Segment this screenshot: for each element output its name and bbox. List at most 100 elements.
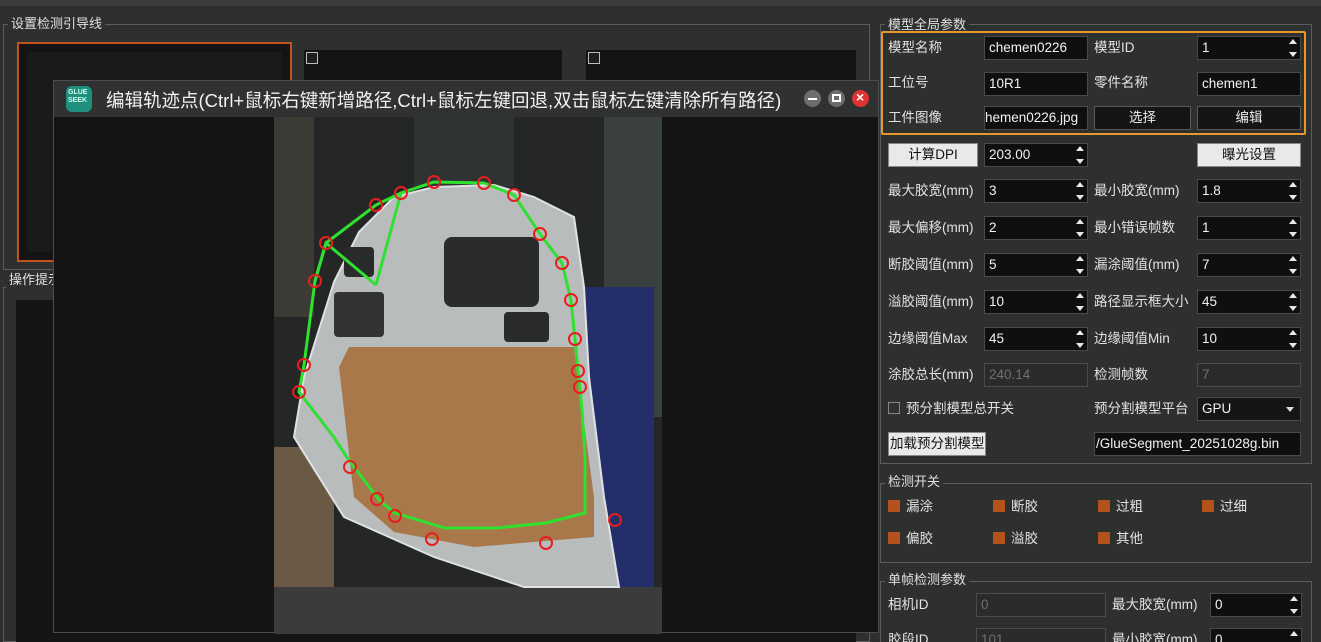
spin-up-icon[interactable] — [1290, 596, 1298, 601]
calc-dpi-button[interactable]: 计算DPI — [888, 143, 978, 167]
spin-arrows[interactable] — [1076, 146, 1084, 164]
break-thr-spinbox[interactable]: 5 — [984, 253, 1088, 277]
switch-other[interactable]: 其他 — [1098, 530, 1143, 548]
preseg-path-field[interactable]: /GlueSegment_20251028g.bin — [1094, 432, 1301, 456]
spin-arrows[interactable] — [1290, 596, 1298, 614]
spin-down-icon[interactable] — [1076, 269, 1084, 274]
checkbox-box[interactable] — [1098, 532, 1110, 544]
switch-label: 其他 — [1116, 531, 1143, 546]
station-field[interactable]: 10R1 — [984, 72, 1088, 96]
spin-down-icon[interactable] — [1289, 269, 1297, 274]
part-name-field[interactable]: chemen1 — [1197, 72, 1301, 96]
miss-thr-value: 7 — [1202, 257, 1210, 272]
switch-too-thin[interactable]: 过细 — [1202, 498, 1247, 516]
switch-break[interactable]: 断胶 — [993, 498, 1038, 516]
spin-down-icon[interactable] — [1289, 195, 1297, 200]
spin-up-icon[interactable] — [1289, 330, 1297, 335]
edge-max-spinbox[interactable]: 45 — [984, 327, 1088, 351]
model-id-spinbox[interactable]: 1 — [1197, 36, 1301, 60]
spin-up-icon[interactable] — [1076, 256, 1084, 261]
top-bar — [0, 0, 1321, 6]
minimize-button[interactable] — [804, 90, 821, 107]
switch-overflow[interactable]: 溢胶 — [993, 530, 1038, 548]
path-box-spinbox[interactable]: 45 — [1197, 290, 1301, 314]
total-len-label: 涂胶总长(mm) — [888, 367, 974, 382]
exposure-button[interactable]: 曝光设置 — [1197, 143, 1301, 167]
spin-up-icon[interactable] — [1076, 293, 1084, 298]
switch-offset[interactable]: 偏胶 — [888, 530, 933, 548]
spin-down-icon[interactable] — [1289, 343, 1297, 348]
switch-label: 断胶 — [1011, 499, 1038, 514]
spin-arrows[interactable] — [1290, 631, 1298, 642]
edge-min-spinbox[interactable]: 10 — [1197, 327, 1301, 351]
sf-min-width-spinbox[interactable]: 0 — [1210, 628, 1302, 642]
spin-down-icon[interactable] — [1076, 306, 1084, 311]
spin-down-icon[interactable] — [1289, 52, 1297, 57]
spin-up-icon[interactable] — [1289, 256, 1297, 261]
spin-arrows[interactable] — [1289, 293, 1297, 311]
chevron-down-icon[interactable] — [1286, 407, 1294, 412]
spin-up-icon[interactable] — [1289, 293, 1297, 298]
spin-up-icon[interactable] — [1289, 219, 1297, 224]
spin-arrows[interactable] — [1076, 182, 1084, 200]
spin-arrows[interactable] — [1076, 256, 1084, 274]
spin-down-icon[interactable] — [1289, 232, 1297, 237]
spin-up-icon[interactable] — [1076, 219, 1084, 224]
spin-down-icon[interactable] — [1076, 195, 1084, 200]
image-file-field[interactable]: hemen0226.jpg — [984, 106, 1088, 130]
overflow-thr-spinbox[interactable]: 10 — [984, 290, 1088, 314]
checkbox-box[interactable] — [993, 532, 1005, 544]
checkbox-box[interactable] — [993, 500, 1005, 512]
spin-down-icon[interactable] — [1076, 343, 1084, 348]
spin-up-icon[interactable] — [1289, 182, 1297, 187]
spin-arrows[interactable] — [1289, 39, 1297, 57]
min-width-spinbox[interactable]: 1.8 — [1197, 179, 1301, 203]
checkbox-box[interactable] — [888, 402, 900, 414]
spin-arrows[interactable] — [1076, 330, 1084, 348]
thumbnail-2-checkbox[interactable] — [306, 52, 318, 64]
edit-button[interactable]: 编辑 — [1197, 106, 1301, 130]
dialog-title-bar[interactable]: GLUE SEEK 编辑轨迹点(Ctrl+鼠标右键新增路径,Ctrl+鼠标左键回… — [54, 81, 878, 117]
spin-up-icon[interactable] — [1076, 146, 1084, 151]
spin-up-icon[interactable] — [1289, 39, 1297, 44]
min-err-frames-spinbox[interactable]: 1 — [1197, 216, 1301, 240]
switch-too-thick[interactable]: 过粗 — [1098, 498, 1143, 516]
spin-up-icon[interactable] — [1076, 330, 1084, 335]
spin-down-icon[interactable] — [1076, 159, 1084, 164]
spin-up-icon[interactable] — [1076, 182, 1084, 187]
dpi-spinbox[interactable]: 203.00 — [984, 143, 1088, 167]
checkbox-box[interactable] — [888, 532, 900, 544]
switch-missing[interactable]: 漏涂 — [888, 498, 933, 516]
spin-arrows[interactable] — [1289, 182, 1297, 200]
checkbox-box[interactable] — [1098, 500, 1110, 512]
close-button[interactable]: × — [852, 89, 869, 107]
spin-arrows[interactable] — [1289, 256, 1297, 274]
load-preseg-button[interactable]: 加载预分割模型 — [888, 432, 986, 456]
path-box-value: 45 — [1202, 294, 1218, 309]
spin-down-icon[interactable] — [1076, 232, 1084, 237]
spin-arrows[interactable] — [1076, 293, 1084, 311]
preseg-switch-checkbox[interactable]: 预分割模型总开关 — [888, 400, 1014, 418]
trajectory-canvas-svg[interactable] — [274, 117, 662, 634]
workpiece-image-canvas[interactable] — [274, 117, 662, 634]
thumbnail-3-checkbox[interactable] — [588, 52, 600, 64]
maximize-button[interactable] — [828, 90, 845, 107]
max-offset-spinbox[interactable]: 2 — [984, 216, 1088, 240]
checkbox-box[interactable] — [888, 500, 900, 512]
max-width-spinbox[interactable]: 3 — [984, 179, 1088, 203]
checkbox-box[interactable] — [1202, 500, 1214, 512]
miss-thr-spinbox[interactable]: 7 — [1197, 253, 1301, 277]
spin-up-icon[interactable] — [1290, 631, 1298, 636]
spin-arrows[interactable] — [1076, 219, 1084, 237]
model-name-field[interactable]: chemen0226 — [984, 36, 1088, 60]
select-button[interactable]: 选择 — [1094, 106, 1191, 130]
spin-arrows[interactable] — [1289, 219, 1297, 237]
spin-arrows[interactable] — [1289, 330, 1297, 348]
preseg-platform-select[interactable]: GPU — [1197, 397, 1301, 421]
edge-min-label: 边缘阈值Min — [1094, 331, 1170, 346]
spin-down-icon[interactable] — [1289, 306, 1297, 311]
sf-max-width-spinbox[interactable]: 0 — [1210, 593, 1302, 617]
dialog-title: 编辑轨迹点(Ctrl+鼠标右键新增路径,Ctrl+鼠标左键回退,双击鼠标左键清除… — [106, 90, 782, 111]
machine-left — [274, 117, 314, 317]
spin-down-icon[interactable] — [1290, 609, 1298, 614]
